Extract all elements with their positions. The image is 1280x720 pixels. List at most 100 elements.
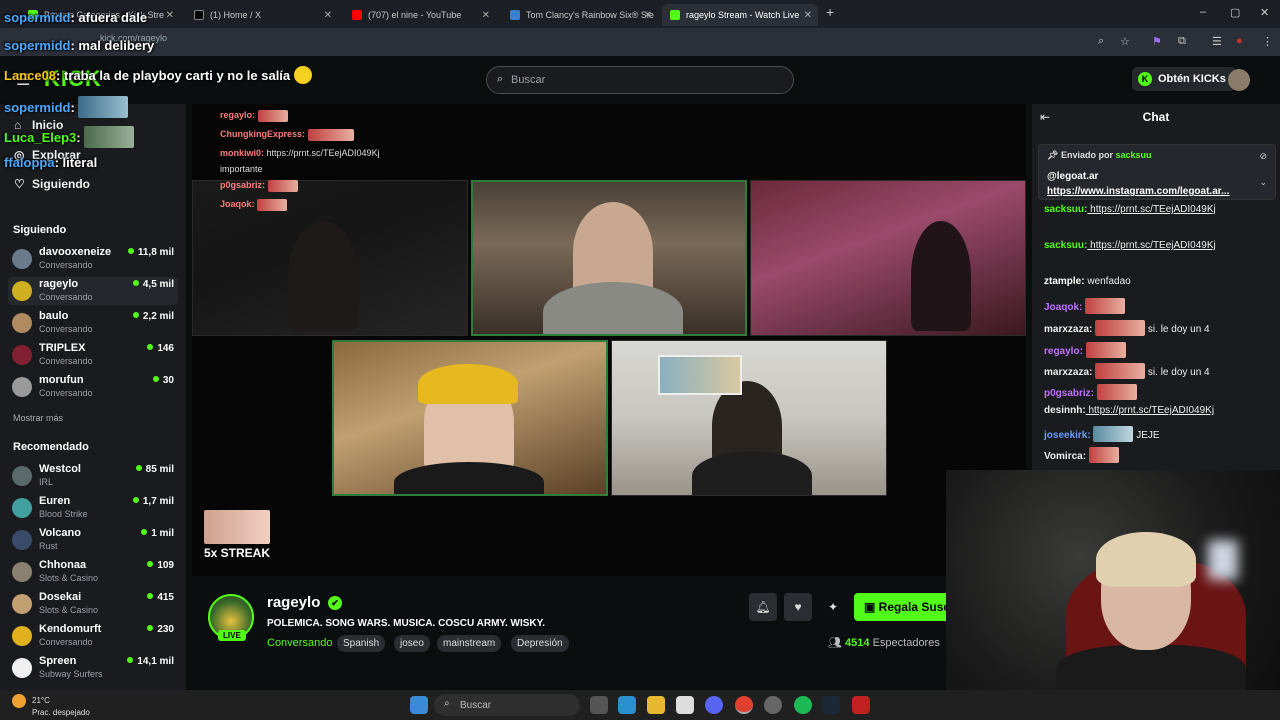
stream-tag[interactable]: joseo [394, 635, 430, 652]
browser-menu-icon[interactable]: ⋮ [1262, 35, 1273, 48]
sidebar-channel[interactable]: rageylo Conversando 4,5 mil [8, 277, 178, 305]
minimize-button[interactable]: – [1200, 6, 1206, 18]
browser-tab[interactable]: (1) Home / X ✕ [186, 4, 338, 26]
get-kicks-button[interactable]: K Obtén KICKs [1132, 67, 1236, 91]
overlay-chat-line: Lance08: traba la de playboy carti y no … [4, 66, 312, 84]
overlay-chat-line: Luca_Elep3: [4, 126, 135, 148]
sidebar-icon[interactable]: ☰ [1212, 35, 1222, 48]
maximize-button[interactable]: ▢ [1230, 6, 1240, 19]
unpin-icon[interactable]: ⊘ [1259, 151, 1267, 162]
channel-name: Kendomurft [39, 623, 102, 635]
sidebar-channel[interactable]: Westcol IRL 85 mil [8, 462, 178, 490]
bookmark-star-icon[interactable]: ☆ [1120, 35, 1130, 48]
profile-icon[interactable]: ● [1236, 35, 1243, 47]
close-window-button[interactable]: ✕ [1260, 6, 1269, 19]
extension-icon[interactable]: ⚑ [1152, 35, 1162, 48]
avatar [12, 313, 32, 333]
search-input[interactable] [511, 71, 771, 89]
gift-subs-button[interactable]: ▣ Regala Suscripciones [854, 593, 952, 621]
channel-name: Euren [39, 495, 71, 507]
stream-tag[interactable]: Spanish [337, 635, 386, 652]
taskbar-search[interactable]: ⌕ Buscar [434, 694, 580, 716]
viewer-count: 👥︎ 4514 Espectadores [828, 637, 940, 649]
stream-title: POLEMICA. SONG WARS. MUSICA. COSCU ARMY.… [267, 618, 545, 629]
user-avatar[interactable] [1228, 69, 1250, 91]
spotify-icon[interactable] [794, 696, 812, 714]
weather-widget[interactable]: 21°C Prac. despejado [12, 694, 90, 718]
stream-tag[interactable]: Depresión [511, 635, 569, 652]
pinned-by: 📌︎ Enviado por sacksuu [1047, 150, 1152, 160]
edge-icon[interactable] [618, 696, 636, 714]
streak-emote [204, 510, 270, 544]
sparkle-icon[interactable]: ✦ [819, 593, 847, 621]
chevron-down-icon[interactable]: ⌄ [1259, 177, 1267, 188]
overlay-chat-line: sopermidd: afuera dale [4, 10, 148, 25]
sidebar-channel[interactable]: davooxeneize Conversando 11,8 mil [8, 245, 178, 273]
sidebar-nav-following[interactable]: ♡ Siguiendo [14, 177, 90, 191]
video-call-tile [750, 180, 1026, 336]
browser-tab-active[interactable]: rageylo Stream - Watch Live ✕ [662, 4, 818, 26]
browser-tab-title: rageylo Stream - Watch Live [686, 10, 800, 20]
sidebar-channel[interactable]: TRIPLEX Conversando 146 [8, 341, 178, 369]
search-icon: ⌕ [497, 73, 504, 85]
window-light [1208, 540, 1238, 580]
sidebar-channel[interactable]: baulo Conversando 2,2 mil [8, 309, 178, 337]
show-more-link[interactable]: Mostrar más [13, 413, 63, 423]
app-icon[interactable] [764, 696, 782, 714]
sidebar-channel[interactable]: Euren Blood Strike 1,7 mil [8, 494, 178, 522]
chat-emote [84, 126, 135, 148]
zoom-icon[interactable]: ⌕ [1098, 35, 1104, 48]
browser-tab[interactable]: Tom Clancy's Rainbow Six® Sie ✕ [502, 4, 658, 26]
channel-category: Conversando [39, 260, 93, 270]
viewer-count: 4,5 mil [133, 279, 174, 290]
viewer-count: 11,8 mil [128, 247, 174, 258]
overlay-chat-line: ffaloppa: literal [4, 155, 98, 170]
store-icon[interactable] [676, 696, 694, 714]
sidebar-channel[interactable]: Volcano Rust 1 mil [8, 526, 178, 554]
notification-bell-button[interactable]: 🔔︎ [749, 593, 777, 621]
pinned-text: @legoat.ar https://www.instagram.com/leg… [1047, 171, 1230, 197]
follow-heart-button[interactable]: ♥ [784, 593, 812, 621]
file-explorer-icon[interactable] [647, 696, 665, 714]
verified-badge-icon: ✔ [328, 596, 342, 610]
avatar [12, 377, 32, 397]
sidebar-channel[interactable]: Kendomurft Conversando 230 [8, 622, 178, 650]
viewer-count: 109 [147, 560, 174, 571]
close-tab-icon[interactable]: ✕ [324, 10, 332, 21]
participant-body [394, 462, 544, 494]
windows-start-icon[interactable] [410, 696, 428, 714]
close-tab-icon[interactable]: ✕ [644, 10, 652, 21]
video-player[interactable]: regaylo: ChungkingExpress: monkiwi0: htt… [192, 104, 1026, 576]
steam-icon[interactable] [822, 696, 840, 714]
stream-tag[interactable]: mainstream [437, 635, 502, 652]
sidebar-channel[interactable]: Dosekai Slots & Casino 415 [8, 590, 178, 618]
task-view-icon[interactable] [590, 696, 608, 714]
sidebar-channel[interactable]: morufun Conversando 30 [8, 373, 178, 401]
close-tab-icon[interactable]: ✕ [482, 10, 490, 21]
kicks-coin-icon: K [1138, 72, 1152, 86]
search-box[interactable]: ⌕ [486, 66, 794, 94]
discord-icon[interactable] [705, 696, 723, 714]
sidebar: ⌂ Inicio ◎ Explorar ♡ Siguiendo Siguiendo d… [0, 104, 186, 690]
chrome-icon[interactable] [735, 696, 753, 714]
channel-name[interactable]: rageylo [267, 594, 320, 611]
viewer-count: 14,1 mil [127, 656, 174, 667]
browser-tab[interactable]: (707) el nine - YouTube ✕ [344, 4, 496, 26]
pinned-message[interactable]: 📌︎ Enviado por sacksuu ⊘ @legoat.ar http… [1038, 144, 1276, 200]
channel-category: Conversando [39, 388, 93, 398]
wall-painting [658, 355, 742, 395]
app-icon[interactable] [852, 696, 870, 714]
channel-name: Dosekai [39, 591, 82, 603]
channel-name: rageylo [39, 278, 79, 290]
close-tab-icon[interactable]: ✕ [804, 10, 812, 21]
extensions-puzzle-icon[interactable]: ⧉ [1178, 35, 1186, 48]
sidebar-channel[interactable]: Spreen Subway Surfers 14,1 mil [8, 654, 178, 682]
chat-message: p0gsabriz: [1044, 384, 1137, 400]
stream-category[interactable]: Conversando [267, 637, 332, 649]
video-chat-line: importante [220, 164, 263, 174]
channel-name: morufun [39, 374, 84, 386]
close-tab-icon[interactable]: ✕ [166, 10, 174, 21]
new-tab-button[interactable]: + [826, 4, 834, 20]
browser-tab-title: (1) Home / X [210, 10, 262, 20]
sidebar-channel[interactable]: Chhonaa Slots & Casino 109 [8, 558, 178, 586]
